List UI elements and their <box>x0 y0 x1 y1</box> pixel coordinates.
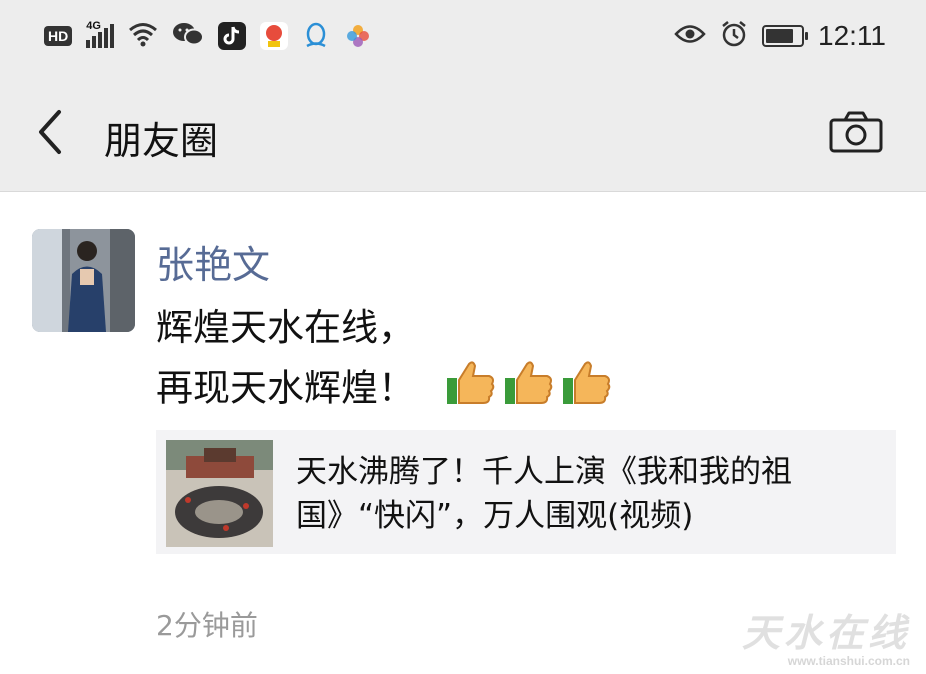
watermark-logo: 天水在线 <box>741 610 910 655</box>
site-watermark: 天水在线 www.tianshui.com.cn <box>728 602 918 668</box>
link-thumbnail <box>166 440 273 547</box>
moment-post: 张艳文 辉煌天水在线， 再现天水辉煌！ 天水沸腾了！千人上演《我和我的祖国》“快… <box>0 196 926 674</box>
chevron-left-icon <box>39 110 61 154</box>
thumbs-up-icon <box>561 356 613 424</box>
alarm-icon <box>720 20 748 52</box>
link-card[interactable]: 天水沸腾了！千人上演《我和我的祖国》“快闪”，万人围观(视频) <box>156 430 896 554</box>
network-type: 4G <box>86 20 101 32</box>
battery-icon <box>762 25 808 47</box>
post-line-2-row: 再现天水辉煌！ <box>156 356 613 424</box>
app-icon <box>260 22 289 50</box>
photos-icon <box>344 22 372 50</box>
signal-icon: 4G <box>86 20 115 48</box>
tiktok-icon <box>218 22 247 50</box>
status-bar: HD 4G 12:11 <box>0 0 926 72</box>
watermark-url: www.tianshui.com.cn <box>787 654 910 668</box>
thumbs-up-emojis <box>445 356 613 424</box>
wifi-icon <box>128 21 158 51</box>
thumbs-up-icon <box>445 356 497 424</box>
post-text: 辉煌天水在线， 再现天水辉煌！ <box>156 300 613 424</box>
page-title: 朋友圈 <box>104 119 219 163</box>
nav-bar: 朋友圈 <box>0 72 926 192</box>
post-line-2: 再现天水辉煌！ <box>156 366 415 410</box>
eye-icon <box>674 23 706 49</box>
camera-button[interactable] <box>828 108 884 156</box>
qq-icon <box>302 22 330 50</box>
camera-icon <box>829 111 883 153</box>
status-time: 12:11 <box>818 20 886 51</box>
back-button[interactable] <box>28 106 72 158</box>
post-line-1: 辉煌天水在线， <box>156 306 415 349</box>
hd-badge: HD <box>44 26 73 46</box>
thumbs-up-icon <box>503 356 555 424</box>
link-title: 天水沸腾了！千人上演《我和我的祖国》“快闪”，万人围观(视频) <box>296 454 792 534</box>
avatar[interactable] <box>32 229 135 332</box>
post-time: 2分钟前 <box>156 609 258 642</box>
wechat-icon <box>172 21 205 51</box>
author-name[interactable]: 张艳文 <box>156 234 270 289</box>
status-right: 12:11 <box>674 18 886 54</box>
status-left: HD 4G <box>44 20 372 52</box>
